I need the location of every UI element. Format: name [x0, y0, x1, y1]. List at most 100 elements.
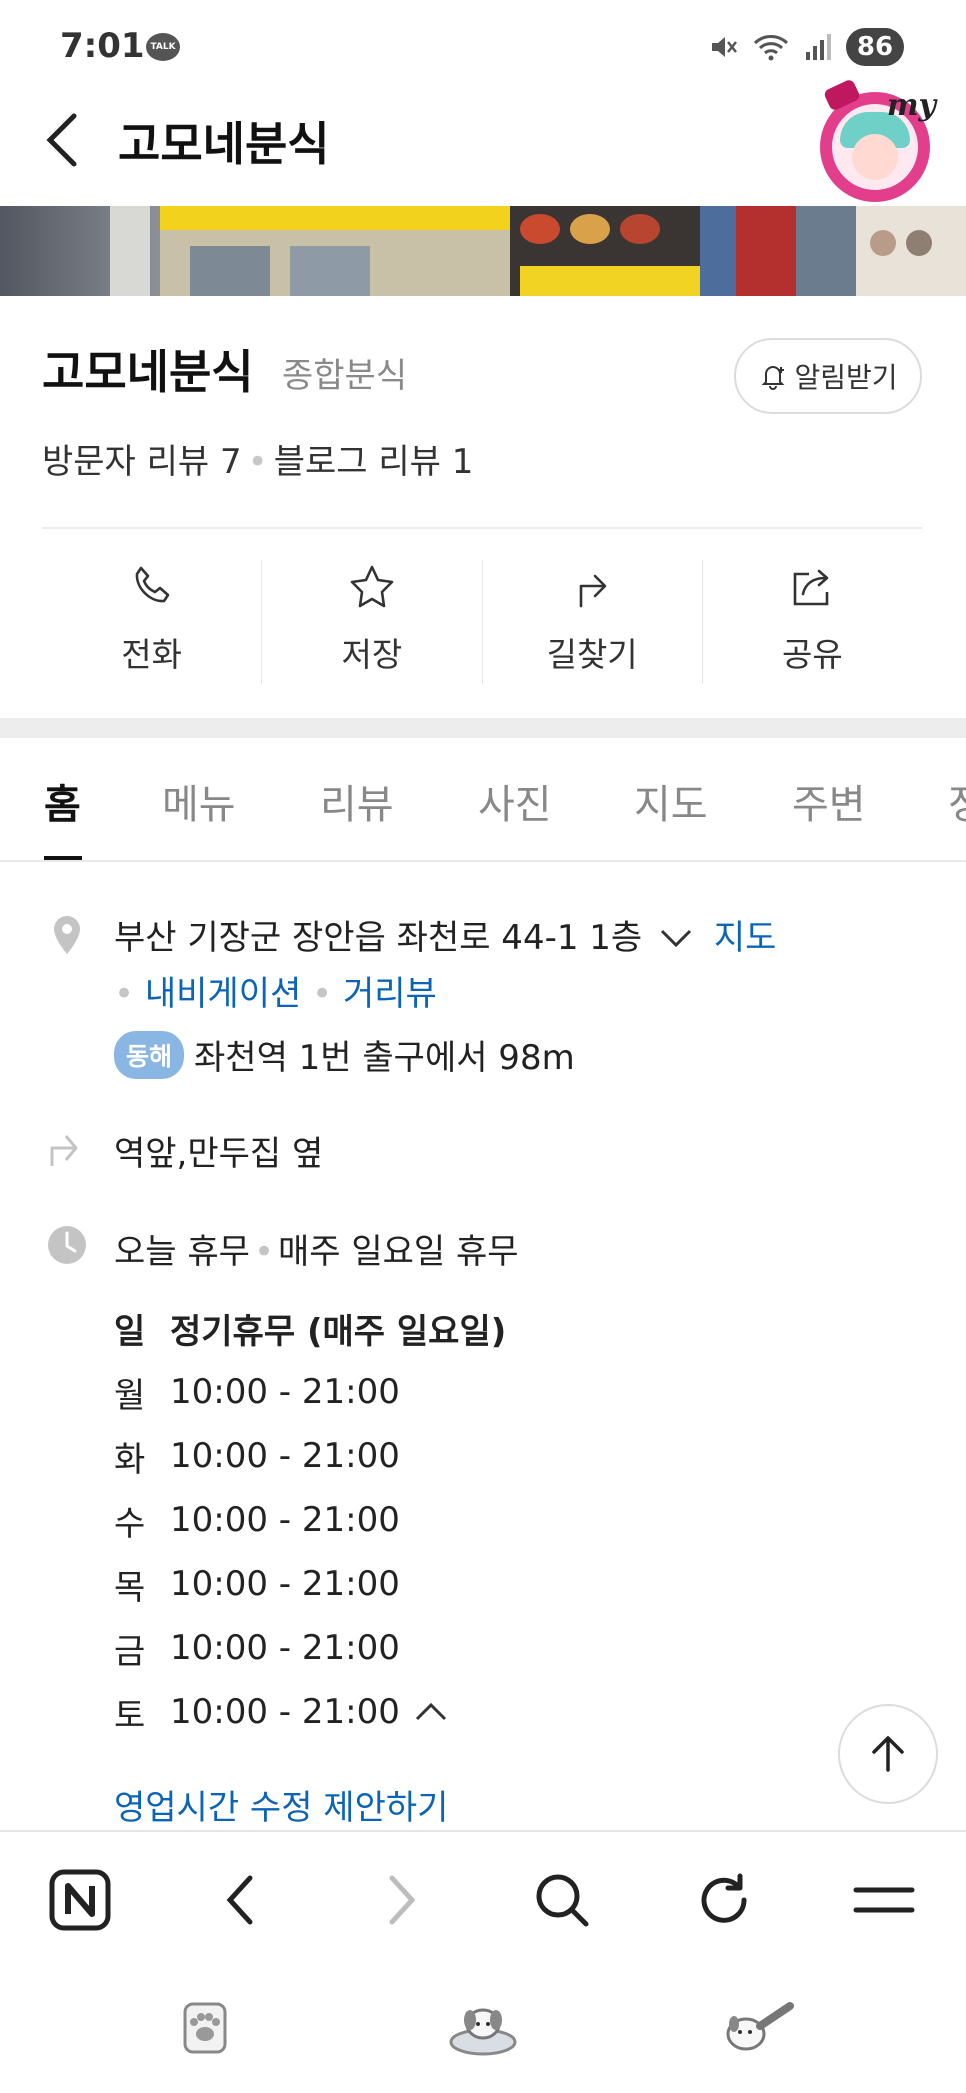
streetview-link[interactable]: 거리뷰 [343, 974, 437, 1014]
hours-time: 10:00 - 21:00 [170, 1628, 400, 1668]
chevron-up-icon [415, 1702, 446, 1721]
separator-dot: • [114, 974, 145, 1014]
hours-collapse-button[interactable] [414, 1701, 448, 1723]
hours-day: 토 [114, 1695, 146, 1736]
today-hours: 오늘 휴무 • 매주 일요일 휴무 [114, 1224, 519, 1273]
hours-row: 토 10:00 - 21:00 [114, 1680, 506, 1744]
hours-day: 금 [114, 1631, 146, 1672]
share-icon [794, 569, 829, 606]
weekly-hours-list: 일 정기휴무 (매주 일요일) 월 10:00 - 21:00 화 10:00 - 2… [114, 1296, 506, 1744]
direction-arrow-icon [50, 1135, 78, 1166]
storefront-photo[interactable] [0, 206, 966, 296]
address-line: 부산 기장군 장안읍 좌천로 44-1 1층 지도 [114, 910, 776, 959]
naver-n-icon [49, 1869, 111, 1931]
tab-home[interactable]: 홈 [44, 772, 81, 830]
hours-row: 수 10:00 - 21:00 [114, 1488, 506, 1552]
separator-dot: • [301, 974, 343, 1014]
share-label: 공유 [782, 635, 843, 674]
alarm-button[interactable]: 알림받기 [734, 338, 922, 414]
avatar-my-label: my [886, 88, 936, 123]
clock-icon [48, 1226, 86, 1264]
browser-forward-button[interactable] [370, 1868, 434, 1932]
my-profile-avatar[interactable]: my [820, 78, 936, 202]
system-navigation-bar [0, 1960, 966, 2093]
today-note: 매주 일요일 휴무 [278, 1232, 519, 1272]
refresh-icon [701, 1873, 747, 1923]
status-time: 7:01 [60, 26, 145, 66]
hours-day: 수 [114, 1503, 146, 1544]
kakaotalk-notification-icon: TALK [146, 33, 180, 61]
chevron-right-icon [389, 1875, 416, 1925]
top-header: 고모네분식 my [0, 78, 966, 206]
hamburger-menu-icon [853, 1887, 915, 1913]
bell-icon [762, 366, 785, 390]
directions-icon [579, 574, 607, 608]
tab-info[interactable]: 정 [948, 772, 966, 830]
star-icon [350, 565, 394, 608]
back-button[interactable] [40, 110, 84, 170]
tab-reviews[interactable]: 리뷰 [320, 772, 394, 830]
status-bar: 7:01 TALK 86 [0, 0, 966, 92]
hours-time: 10:00 - 21:00 [170, 1436, 400, 1476]
navigation-link[interactable]: 내비게이션 [145, 974, 301, 1014]
today-status: 오늘 휴무 [114, 1232, 250, 1272]
address-text: 부산 기장군 장안읍 좌천로 44-1 1층 [114, 918, 643, 958]
tab-bar: 홈 메뉴 리뷰 사진 지도 주변 정 [0, 738, 966, 862]
place-category: 종합분식 [282, 356, 408, 396]
hours-row: 월 10:00 - 21:00 [114, 1360, 506, 1424]
call-label: 전화 [121, 635, 182, 674]
tab-map[interactable]: 지도 [634, 772, 708, 830]
divider [42, 527, 922, 529]
battery-indicator: 86 [846, 28, 904, 66]
naver-home-button[interactable] [48, 1868, 112, 1932]
map-link[interactable]: 지도 [714, 918, 777, 958]
avatar-face [852, 134, 898, 180]
hours-time: 정기휴무 (매주 일요일) [170, 1311, 507, 1352]
direction-text: 역앞,만두집 옆 [114, 1134, 324, 1174]
phone-icon [135, 566, 169, 603]
section-divider [0, 718, 966, 738]
hours-day: 월 [114, 1375, 146, 1416]
home-dog-icon[interactable] [446, 1996, 520, 2060]
save-button[interactable]: 저장 [262, 560, 483, 684]
directions-button[interactable]: 길찾기 [483, 560, 703, 684]
action-bar: 전화 저장 길찾기 공유 [42, 560, 922, 684]
tab-nearby[interactable]: 주변 [792, 772, 866, 830]
hours-time: 10:00 - 21:00 [170, 1372, 400, 1412]
browser-toolbar [0, 1830, 966, 1960]
active-tab-indicator [44, 856, 82, 860]
hours-row: 금 10:00 - 21:00 [114, 1616, 506, 1680]
hours-day: 목 [114, 1567, 146, 1608]
alarm-label: 알림받기 [794, 361, 898, 394]
mute-icon [712, 37, 737, 57]
address-links: • 내비게이션 • 거리뷰 [114, 966, 437, 1015]
recent-apps-paw-icon[interactable] [170, 1996, 240, 2060]
subway-text: 좌천역 1번 출구에서 98m [194, 1038, 575, 1078]
hours-row: 일 정기휴무 (매주 일요일) [114, 1296, 506, 1360]
browser-back-button[interactable] [208, 1868, 272, 1932]
tab-photos[interactable]: 사진 [478, 772, 552, 830]
blog-reviews-link[interactable]: 블로그 리뷰 1 [274, 442, 474, 482]
signal-icon [806, 34, 831, 60]
arrow-up-icon [872, 1736, 904, 1772]
subway-line-badge: 동해 [114, 1030, 185, 1079]
browser-search-button[interactable] [530, 1868, 594, 1932]
hours-row: 목 10:00 - 21:00 [114, 1552, 506, 1616]
suggest-hours-edit-link[interactable]: 영업시간 수정 제안하기 [114, 1780, 448, 1829]
visitor-reviews-link[interactable]: 방문자 리뷰 7 [42, 442, 242, 482]
share-button[interactable]: 공유 [703, 560, 922, 684]
wifi-icon [753, 35, 789, 61]
scroll-to-top-button[interactable] [838, 1704, 938, 1804]
back-dog-icon[interactable] [716, 1996, 800, 2060]
tab-menu[interactable]: 메뉴 [162, 772, 236, 830]
subway-info: 동해 좌천역 1번 출구에서 98m [114, 1030, 575, 1079]
location-pin-icon [54, 916, 80, 954]
browser-menu-button[interactable] [852, 1868, 916, 1932]
browser-refresh-button[interactable] [692, 1868, 756, 1932]
save-label: 저장 [341, 635, 403, 674]
review-summary: 방문자 리뷰 7 • 블로그 리뷰 1 [42, 434, 473, 483]
hours-time: 10:00 - 21:00 [170, 1692, 400, 1732]
search-icon [536, 1874, 589, 1927]
call-button[interactable]: 전화 [42, 560, 263, 684]
address-expand-button[interactable] [659, 918, 693, 958]
